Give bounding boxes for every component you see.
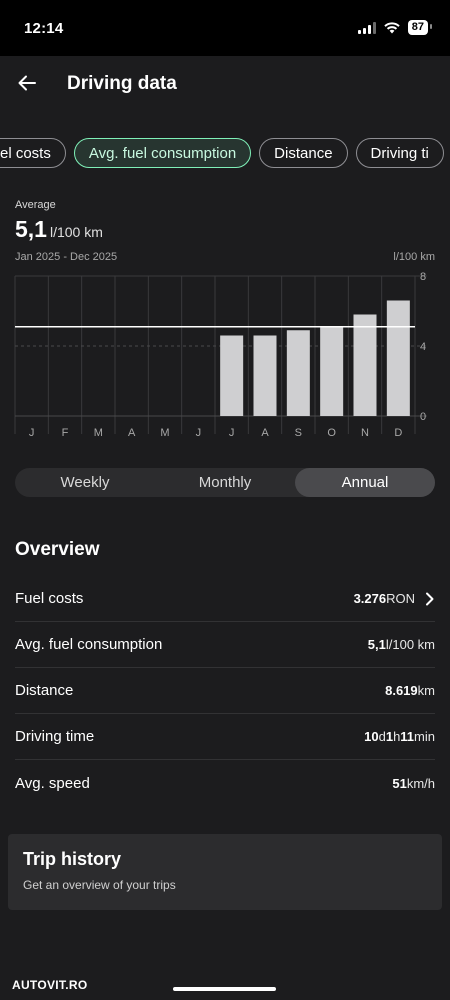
- status-bar: 12:14 87: [0, 0, 450, 56]
- header: Driving data: [0, 70, 450, 100]
- average-unit: l/100 km: [49, 224, 103, 240]
- period-segmented-control: Weekly Monthly Annual: [15, 468, 435, 497]
- segment-annual[interactable]: Annual: [295, 468, 435, 497]
- chevron-right-icon: [425, 592, 435, 606]
- overview-list: Fuel costs 3.276 RON Avg. fuel consumption…: [15, 576, 435, 806]
- chart-unit-label: l/100 km: [393, 251, 435, 263]
- chip-avg-fuel-consumption[interactable]: Avg. fuel consumption: [73, 138, 252, 168]
- status-icons: 87: [357, 20, 433, 35]
- overview-row-value: 51 km/h: [392, 775, 435, 791]
- x-tick-label: J: [29, 427, 35, 439]
- wifi-icon: [384, 21, 400, 33]
- x-tick-label: F: [62, 427, 69, 439]
- watermark: AUTOVIT.RO: [12, 978, 88, 992]
- x-tick-label: A: [128, 427, 136, 439]
- overview-row-avg-speed: Avg. speed 51 km/h: [15, 760, 435, 806]
- overview-row-avg-fuel-consumption: Avg. fuel consumption 5,1 l/100 km: [15, 622, 435, 668]
- x-tick-label: J: [229, 427, 235, 439]
- overview-row-value: 5,1 l/100 km: [367, 637, 435, 652]
- overview-title: Overview: [15, 539, 100, 560]
- x-tick-label: A: [261, 427, 269, 439]
- status-time: 12:14: [24, 20, 64, 37]
- overview-row-label: Fuel costs: [15, 590, 84, 607]
- x-tick-label: J: [196, 427, 202, 439]
- average-value: 5,1: [15, 216, 47, 242]
- x-tick-label: D: [394, 427, 402, 439]
- overview-row-label: Driving time: [15, 728, 95, 745]
- y-tick-label: 4: [420, 341, 426, 353]
- overview-row-value: 3.276 RON: [354, 591, 435, 606]
- chip-fuel-costs[interactable]: el costs: [0, 138, 66, 168]
- x-tick-label: S: [295, 427, 302, 439]
- bar-d-11: [386, 300, 410, 416]
- overview-row-value: 8.619 km: [385, 683, 435, 698]
- back-button[interactable]: [14, 70, 40, 96]
- overview-row-label: Avg. fuel consumption: [15, 636, 163, 653]
- x-tick-label: O: [327, 427, 336, 439]
- consumption-chart: 8 4 0 J F M A M J J A S O N D: [0, 266, 450, 446]
- arrow-left-icon: [18, 75, 36, 91]
- average-value-row: 5,1 l/100 km: [15, 216, 103, 243]
- metric-chips: el costs Avg. fuel consumption Distance …: [0, 138, 450, 170]
- segment-monthly[interactable]: Monthly: [155, 468, 295, 497]
- average-label: Average: [15, 199, 56, 211]
- bar-s-8: [286, 330, 310, 416]
- trip-history-title: Trip history: [23, 849, 122, 869]
- bar-o-9: [320, 326, 344, 416]
- cellular-signal-icon: [357, 21, 376, 34]
- x-tick-label: M: [160, 427, 169, 439]
- chips-track: el costs Avg. fuel consumption Distance …: [0, 138, 444, 168]
- overview-row-value: 10 d 1 h 11 min: [364, 729, 435, 744]
- overview-row-distance: Distance 8.619 km: [15, 668, 435, 714]
- overview-row-label: Avg. speed: [15, 774, 90, 792]
- trip-history-card[interactable]: Trip history Get an overview of your tri…: [8, 834, 442, 910]
- chip-driving-time[interactable]: Driving ti: [355, 138, 444, 168]
- overview-row-driving-time: Driving time 10 d 1 h 11 min: [15, 714, 435, 760]
- home-indicator: [173, 987, 276, 991]
- chip-distance[interactable]: Distance: [259, 138, 348, 168]
- overview-row-fuel-costs[interactable]: Fuel costs 3.276 RON: [15, 576, 435, 622]
- trip-history-subtitle: Get an overview of your trips: [23, 878, 176, 892]
- segment-weekly[interactable]: Weekly: [15, 468, 155, 497]
- x-tick-label: N: [361, 427, 369, 439]
- bar-chart: 8 4 0 J F M A M J J A S O N D: [14, 271, 427, 439]
- battery-indicator: 87: [407, 20, 433, 35]
- y-tick-label: 0: [420, 411, 426, 423]
- x-tick-label: M: [94, 427, 103, 439]
- bar-a-7: [253, 335, 277, 416]
- overview-row-label: Distance: [15, 682, 74, 699]
- page-title: Driving data: [67, 73, 177, 94]
- y-tick-label: 8: [420, 271, 426, 283]
- app-screen: Driving data el costs Avg. fuel consumpt…: [0, 56, 450, 1000]
- bar-j-6: [220, 335, 244, 416]
- date-range: Jan 2025 - Dec 2025: [15, 251, 118, 263]
- bar-n-10: [353, 314, 377, 416]
